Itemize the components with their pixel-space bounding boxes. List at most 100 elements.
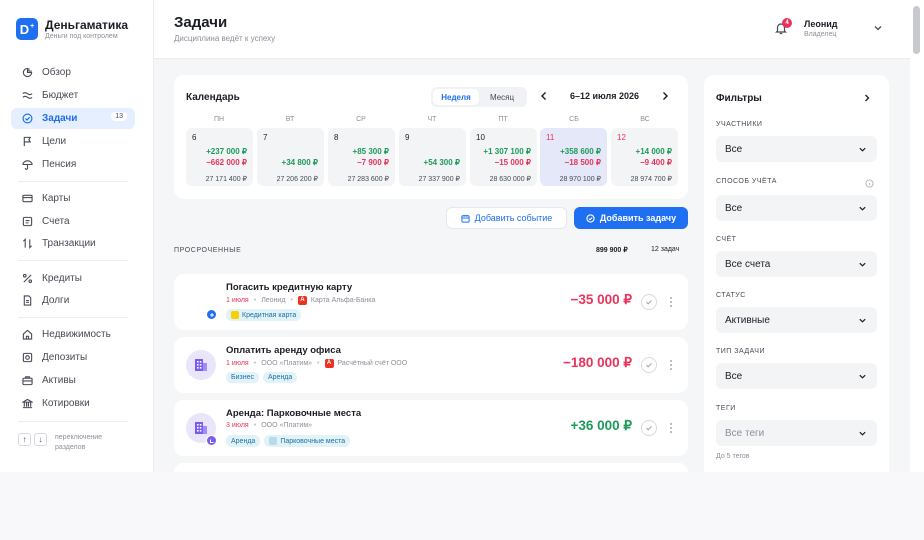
sidebar-item-goals[interactable]: Цели <box>11 131 135 152</box>
tag[interactable]: Аренда <box>262 372 298 383</box>
sidebar-item-deposits[interactable]: Депозиты <box>11 347 135 368</box>
sidebar-item-debts[interactable]: Долги <box>11 290 135 311</box>
filter-task-type-label: ТИП ЗАДАЧИ <box>716 348 765 355</box>
complete-task-button[interactable] <box>641 294 657 310</box>
task-person: ООО «Платим» <box>261 360 313 367</box>
add-task-button[interactable]: Добавить задачу <box>574 207 688 229</box>
calendar-day[interactable]: 7 +34 800 ₽ 27 206 200 ₽ <box>257 128 324 186</box>
sidebar-item-credits[interactable]: Кредиты <box>11 268 135 289</box>
more-options-icon[interactable] <box>668 294 674 310</box>
sidebar-item-overview[interactable]: Обзор <box>11 62 135 83</box>
arrow-up-key[interactable]: ↑ <box>18 433 31 446</box>
user-name[interactable]: Леонид <box>804 19 838 29</box>
sidebar-item-tasks[interactable]: Задачи 13 <box>11 108 135 129</box>
prev-week-icon[interactable] <box>538 90 550 102</box>
more-options-icon[interactable] <box>668 420 674 436</box>
notifications-badge: 4 <box>782 18 792 28</box>
calendar-day[interactable]: 8 +85 300 ₽ −7 900 ₽ 27 283 600 ₽ <box>328 128 395 186</box>
calendar-day[interactable]: 6 +237 000 ₽ −662 000 ₽ 27 171 400 ₽ <box>186 128 253 186</box>
view-month-button[interactable]: Месяц <box>479 89 525 105</box>
task-amount: +36 000 ₽ <box>570 418 632 433</box>
weekday-label: ВС <box>640 116 650 123</box>
pension-icon <box>22 159 33 170</box>
user-role: Владелец <box>804 31 837 38</box>
tag[interactable]: Аренда <box>226 435 261 447</box>
logo-icon[interactable]: D + <box>16 18 38 40</box>
overdue-total: 899 900 ₽ <box>596 247 628 254</box>
filter-status-select[interactable]: Активные <box>716 307 877 333</box>
next-week-icon[interactable] <box>659 90 671 102</box>
task-card[interactable]: Оплатить аренду офиса 1 июля • ООО «Плат… <box>174 337 688 393</box>
filter-accounting-select[interactable]: Все <box>716 195 877 221</box>
task-tags: Аренда Парковочные места <box>226 435 354 447</box>
sidebar-item-transactions[interactable]: Транзакции <box>11 233 135 254</box>
chevron-right-icon[interactable] <box>862 93 872 103</box>
view-week-button[interactable]: Неделя <box>433 89 479 105</box>
sidebar-item-assets[interactable]: Активы <box>11 370 135 391</box>
tag[interactable]: Парковочные места <box>264 435 351 447</box>
task-card[interactable]: Аренда: Парковочные места 3 июля • ООО «… <box>174 400 688 456</box>
avatar <box>186 350 216 380</box>
tag[interactable]: Бизнес <box>226 372 259 383</box>
scrollbar[interactable] <box>910 0 924 472</box>
tag[interactable]: Кредитная карта <box>226 309 302 321</box>
task-title: Аренда: Парковочные места <box>226 408 362 419</box>
info-icon[interactable] <box>865 179 874 188</box>
day-number: 10 <box>476 133 485 142</box>
sidebar-divider <box>18 421 128 422</box>
day-balance: 28 974 700 ₽ <box>630 176 672 183</box>
scrollbar-thumb[interactable] <box>913 6 920 54</box>
day-balance: 27 283 600 ₽ <box>347 176 389 183</box>
weekday-label: СБ <box>569 116 579 123</box>
task-date: 1 июля <box>226 360 249 367</box>
overdue-section-label: ПРОСРОЧЕННЫЕ <box>174 247 242 254</box>
filter-account-select[interactable]: Все счета <box>716 251 877 277</box>
sidebar-item-realty[interactable]: Недвижимость <box>11 324 135 345</box>
page-title: Задачи <box>174 14 228 31</box>
complete-task-button[interactable] <box>641 357 657 373</box>
filter-status-label: СТАТУС <box>716 292 746 299</box>
arrow-down-key[interactable]: ↓ <box>34 433 47 446</box>
overdue-count: 12 задач <box>651 246 680 253</box>
complete-task-button[interactable] <box>641 420 657 436</box>
sidebar-item-quotes[interactable]: Котировки <box>11 393 135 414</box>
calendar-day-today[interactable]: 11 +358 600 ₽ −18 500 ₽ 28 970 100 ₽ <box>540 128 607 186</box>
office-building-icon <box>195 422 207 434</box>
sidebar-item-budget[interactable]: Бюджет <box>11 85 135 106</box>
calendar-day[interactable]: 12 +14 000 ₽ −9 400 ₽ 28 974 700 ₽ <box>611 128 678 186</box>
calendar-day[interactable]: 9 +54 300 ₽ 27 337 900 ₽ <box>399 128 466 186</box>
filter-participants-select[interactable]: Все <box>716 136 877 162</box>
add-event-button[interactable]: Добавить событие <box>446 207 567 229</box>
task-amount: −35 000 ₽ <box>570 292 632 307</box>
calendar-day[interactable]: 10 +1 307 100 ₽ −15 000 ₽ 28 630 000 ₽ <box>470 128 537 186</box>
calendar-card: Календарь Неделя Месяц 6–12 июля 2026 ПН… <box>174 75 688 199</box>
task-person: Леонид <box>261 297 286 304</box>
tasks-count-badge: 13 <box>111 112 127 121</box>
day-expense: −9 400 ₽ <box>639 158 672 167</box>
filter-tags-select[interactable]: Все теги <box>716 420 877 446</box>
sidebar-item-pension[interactable]: Пенсия <box>11 154 135 175</box>
task-account: Расчётный счёт ООО <box>337 360 408 367</box>
sidebar-divider <box>18 181 128 182</box>
check-icon <box>646 363 652 368</box>
task-title: Погасить кредитную карту <box>226 282 353 293</box>
task-date: 1 июля <box>226 297 249 304</box>
task-amount: −180 000 ₽ <box>562 355 632 370</box>
sidebar-item-accounts[interactable]: Счета <box>11 211 135 232</box>
office-building-icon <box>195 359 207 371</box>
tasks-icon <box>22 113 33 124</box>
empty-area <box>0 472 924 540</box>
sidebar-item-cards[interactable]: Карты <box>11 188 135 209</box>
day-number: 9 <box>405 133 410 142</box>
day-balance: 28 970 100 ₽ <box>559 176 601 183</box>
filter-task-type-select[interactable]: Все <box>716 363 877 389</box>
task-card-partial[interactable] <box>174 463 688 472</box>
filters-title: Фильтры <box>716 93 762 104</box>
alfa-bank-icon: А <box>324 359 334 368</box>
task-card[interactable]: Погасить кредитную карту 1 июля • Леонид… <box>174 274 688 330</box>
task-meta: 3 июля • ООО «Платим» <box>226 422 313 429</box>
chevron-down-icon[interactable] <box>873 23 883 33</box>
day-balance: 27 337 900 ₽ <box>418 176 460 183</box>
chevron-down-icon <box>859 206 866 211</box>
more-options-icon[interactable] <box>668 357 674 373</box>
